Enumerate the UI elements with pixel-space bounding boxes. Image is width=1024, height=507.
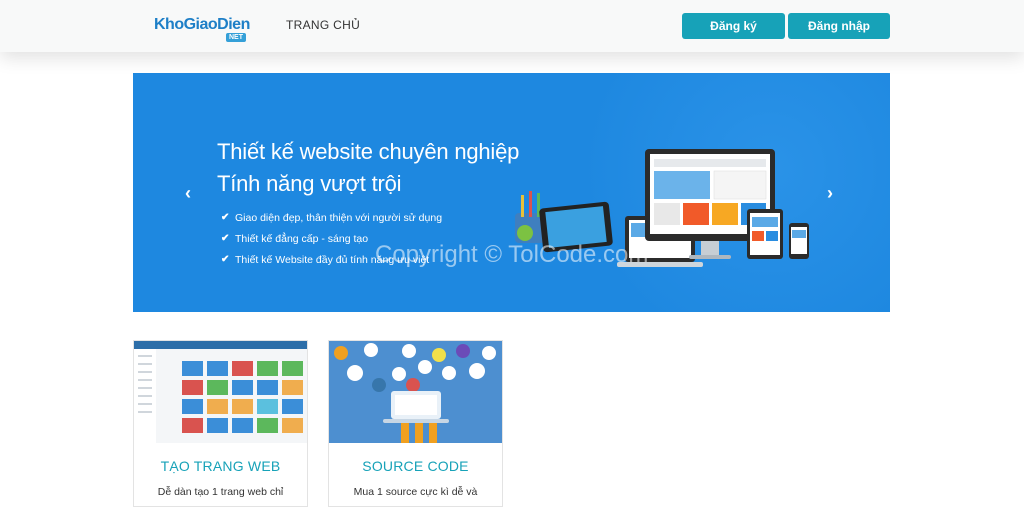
copyright-watermark: Copyright © TolCode.com: [375, 241, 649, 268]
feature-text: Thiết kế đẳng cấp - sáng tạo: [235, 232, 369, 245]
carousel-next-arrow-icon[interactable]: ›: [827, 183, 833, 204]
logo-text: KhoGiaoDien: [154, 16, 250, 33]
register-button[interactable]: Đăng ký: [682, 13, 785, 39]
tablet-right-illustration: [747, 209, 783, 259]
logo-suffix: NET: [226, 33, 246, 42]
card-title: TẠO TRANG WEB: [160, 458, 281, 474]
service-card-web-builder[interactable]: TẠO TRANG WEB Dễ dàn tạo 1 trang web chỉ: [133, 340, 308, 507]
carousel-prev-arrow-icon[interactable]: ‹: [185, 183, 191, 204]
card-title: SOURCE CODE: [362, 458, 469, 474]
feature-text: Giao diện đẹp, thân thiện với người sử d…: [235, 211, 443, 224]
login-button[interactable]: Đăng nhập: [788, 13, 890, 39]
nav-home-link[interactable]: TRANG CHỦ: [286, 18, 360, 32]
check-icon: ✔: [221, 233, 230, 244]
source-code-thumbnail-image: [329, 341, 502, 443]
check-icon: ✔: [221, 212, 230, 223]
phone-illustration: [789, 223, 809, 259]
card-description: Dễ dàn tạo 1 trang web chỉ: [157, 486, 284, 498]
service-card-source-code[interactable]: SOURCE CODE Mua 1 source cực kì dễ và: [328, 340, 503, 507]
check-icon: ✔: [221, 254, 230, 265]
site-header: KhoGiaoDien NET TRANG CHỦ Đăng ký Đăng n…: [0, 0, 1024, 52]
dashboard-thumbnail-image: [134, 341, 307, 443]
card-description: Mua 1 source cực kì dễ và: [353, 486, 478, 498]
banner-headline-2: Tính năng vượt trội: [217, 171, 402, 196]
hero-banner-carousel: Thiết kế website chuyên nghiệp Tính năng…: [133, 73, 890, 312]
feature-item: ✔ Giao diện đẹp, thân thiện với người sử …: [221, 207, 442, 228]
banner-headline-1: Thiết kế website chuyên nghiệp: [217, 139, 520, 164]
site-logo[interactable]: KhoGiaoDien NET: [154, 14, 250, 44]
